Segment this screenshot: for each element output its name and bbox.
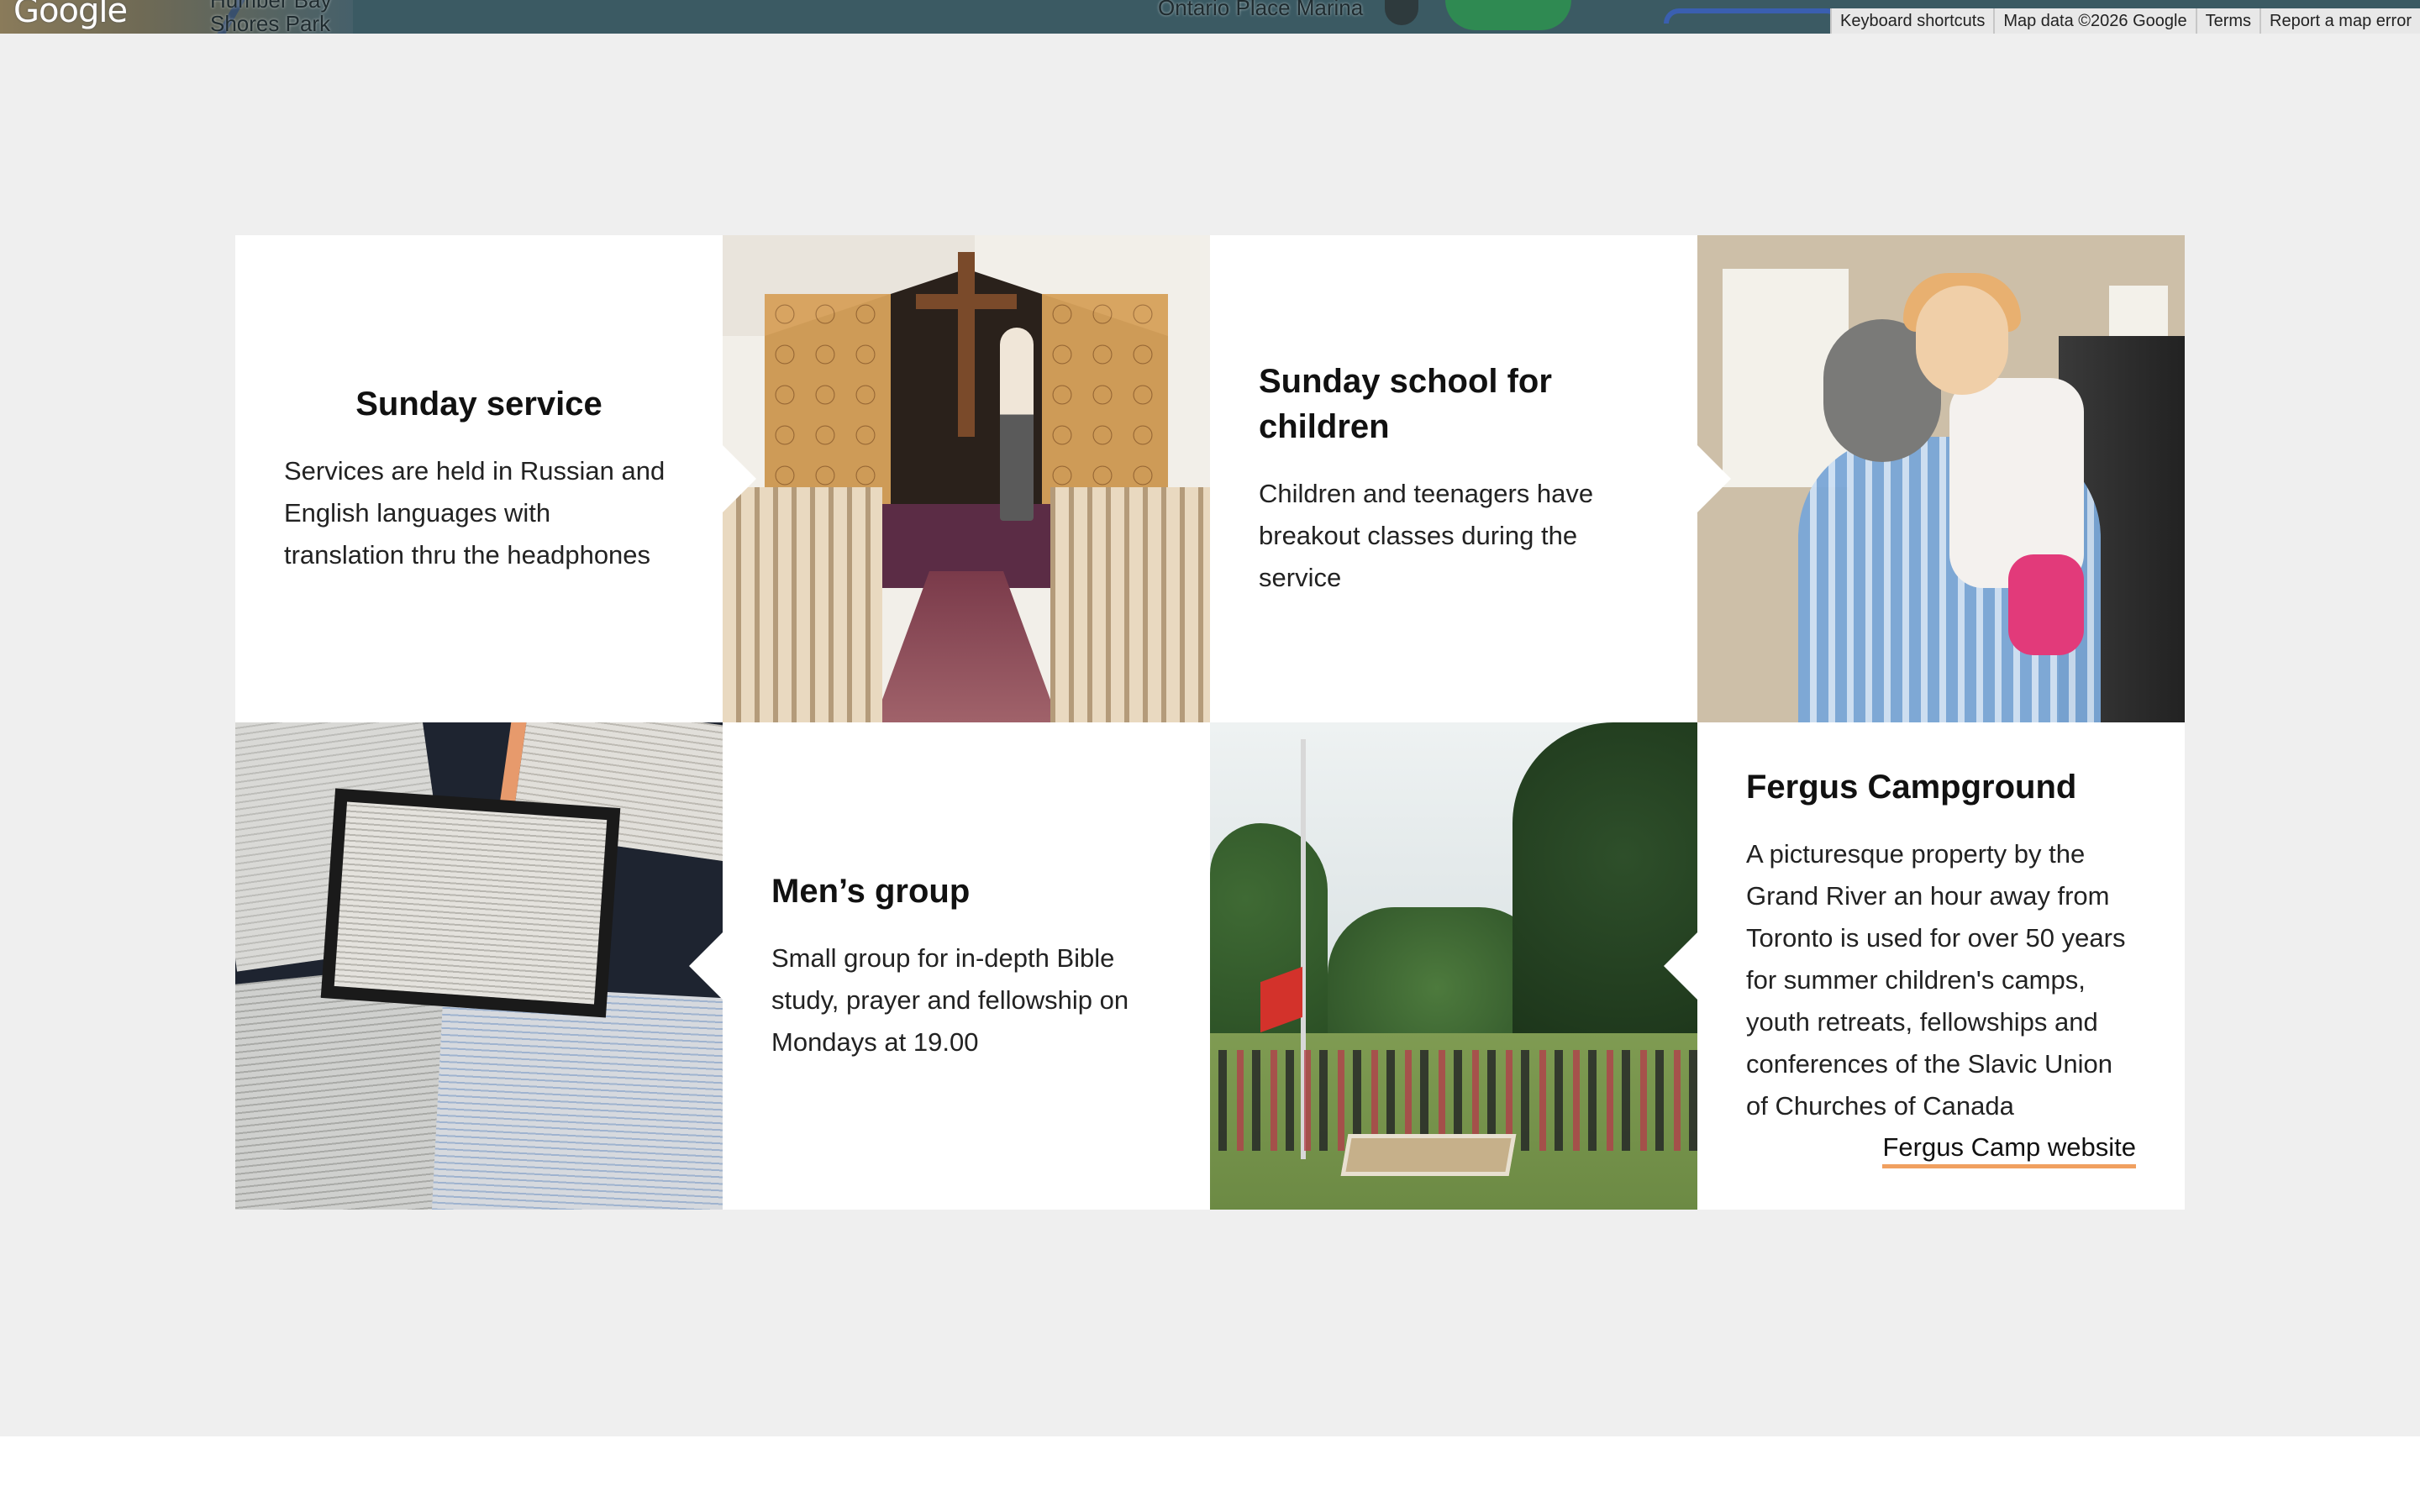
- map-data-credit: Map data ©2026 Google: [1993, 8, 2195, 34]
- map-highway: [1664, 8, 1842, 24]
- map-place-label: Humber Bay Shores Park: [210, 0, 332, 34]
- fergus-campground-description: A picturesque property by the Grand Rive…: [1746, 838, 2126, 1121]
- mens-group-card: Men’s group Small group for in-depth Bib…: [689, 722, 1210, 1210]
- family-photo: [1697, 235, 2185, 722]
- open-bibles-photo: [235, 722, 723, 1210]
- sunday-school-title: Sunday school for children: [1259, 363, 1552, 445]
- map-park-area: [1445, 0, 1571, 30]
- sunday-school-card: Sunday school for children Children and …: [1210, 235, 1731, 722]
- sunday-service-title: Sunday service: [355, 386, 602, 423]
- google-logo[interactable]: Google: [13, 0, 128, 30]
- page-footer-area: [0, 1436, 2420, 1512]
- sunday-service-description: Services are held in Russian and English…: [284, 456, 666, 570]
- report-map-error-link[interactable]: Report a map error: [2260, 8, 2420, 34]
- mens-group-description: Small group for in-depth Bible study, pr…: [771, 943, 1129, 1057]
- map-attribution-bar: Keyboard shortcuts Map data ©2026 Google…: [1830, 8, 2420, 34]
- sunday-service-card: Sunday service Services are held in Russ…: [235, 235, 756, 722]
- activities-section: Sunday service Services are held in Russ…: [0, 34, 2420, 1436]
- map-place-label: Ontario Place Marina: [1158, 0, 1364, 20]
- embedded-map[interactable]: Google Humber Bay Shores Park Ontario Pl…: [0, 0, 2420, 34]
- sunday-school-description: Children and teenagers have breakout cla…: [1259, 479, 1594, 592]
- campground-photo: [1210, 722, 1697, 1210]
- keyboard-shortcuts-button[interactable]: Keyboard shortcuts: [1830, 8, 1993, 34]
- activities-grid: Sunday service Services are held in Russ…: [235, 235, 2185, 1210]
- mens-group-title: Men’s group: [771, 873, 971, 910]
- fergus-camp-website-link[interactable]: Fergus Camp website: [1882, 1131, 2136, 1168]
- fergus-campground-title: Fergus Campground: [1746, 768, 2077, 806]
- church-service-photo: [723, 235, 1210, 722]
- fergus-campground-card: Fergus Campground A picturesque property…: [1664, 722, 2185, 1210]
- map-marker-icon[interactable]: [1385, 0, 1418, 25]
- terms-link[interactable]: Terms: [2195, 8, 2260, 34]
